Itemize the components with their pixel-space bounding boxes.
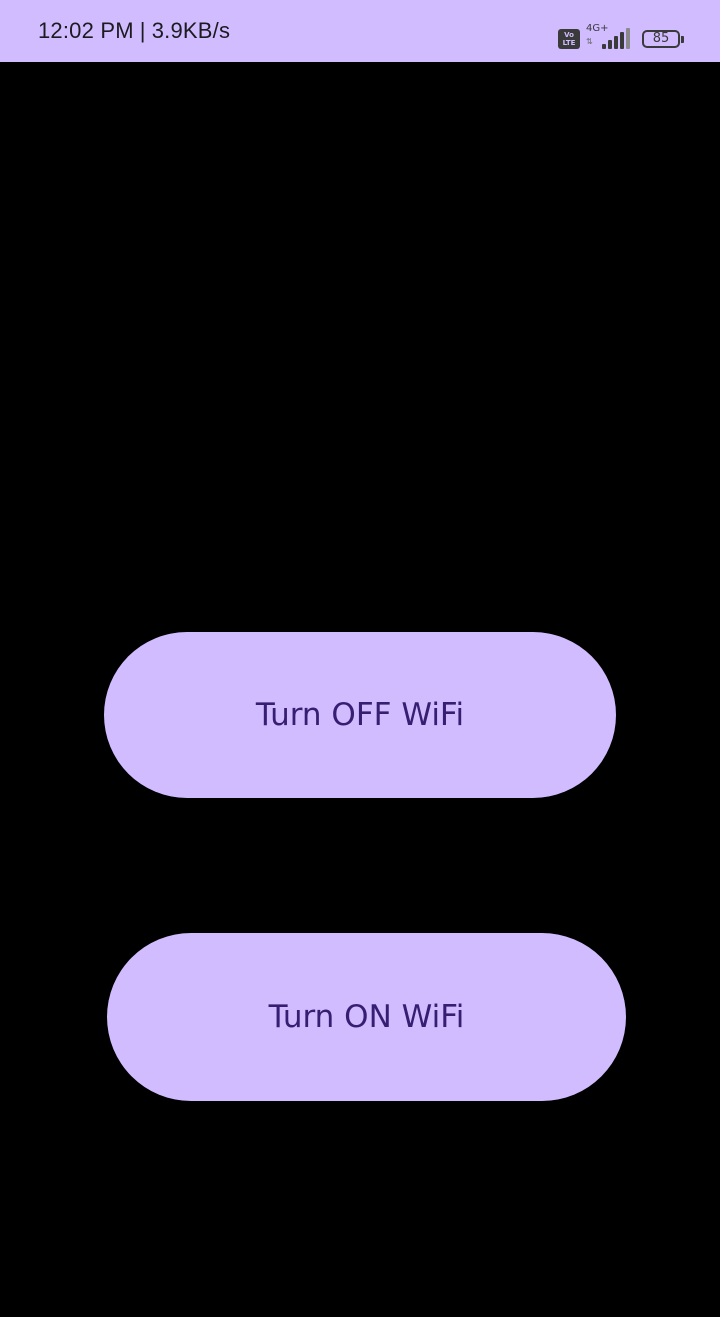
- app-screen: 12:02 PM | 3.9KB/s Vo LTE 4G+ ⇅ 85 Turn …: [0, 0, 720, 1317]
- signal-icon: 4G+ ⇅: [586, 23, 630, 51]
- turn-off-wifi-button[interactable]: Turn OFF WiFi: [104, 632, 616, 798]
- battery-level: 85: [652, 31, 670, 46]
- status-time: 12:02 PM: [38, 18, 134, 43]
- turn-off-wifi-label: Turn OFF WiFi: [255, 697, 465, 733]
- battery-icon: 85: [642, 30, 684, 48]
- status-bar: 12:02 PM | 3.9KB/s Vo LTE 4G+ ⇅ 85: [0, 0, 720, 62]
- status-icons: Vo LTE 4G+ ⇅ 85: [558, 23, 684, 52]
- turn-on-wifi-button[interactable]: Turn ON WiFi: [107, 933, 626, 1101]
- signal-bar: [602, 44, 606, 49]
- network-arrows-icon: ⇅: [586, 37, 593, 46]
- volte-top: Vo: [564, 31, 574, 39]
- signal-bar: [608, 40, 612, 49]
- signal-bar: [614, 36, 618, 49]
- signal-bar: [620, 32, 624, 49]
- turn-on-wifi-label: Turn ON WiFi: [268, 999, 465, 1035]
- net-speed: 3.9KB/s: [151, 18, 231, 43]
- signal-bars: [602, 28, 630, 49]
- signal-bar: [626, 28, 630, 49]
- volte-icon: Vo LTE: [558, 29, 580, 49]
- volte-bottom: LTE: [562, 39, 576, 47]
- status-separator: |: [139, 18, 146, 43]
- status-left: 12:02 PM | 3.9KB/s: [38, 0, 230, 71]
